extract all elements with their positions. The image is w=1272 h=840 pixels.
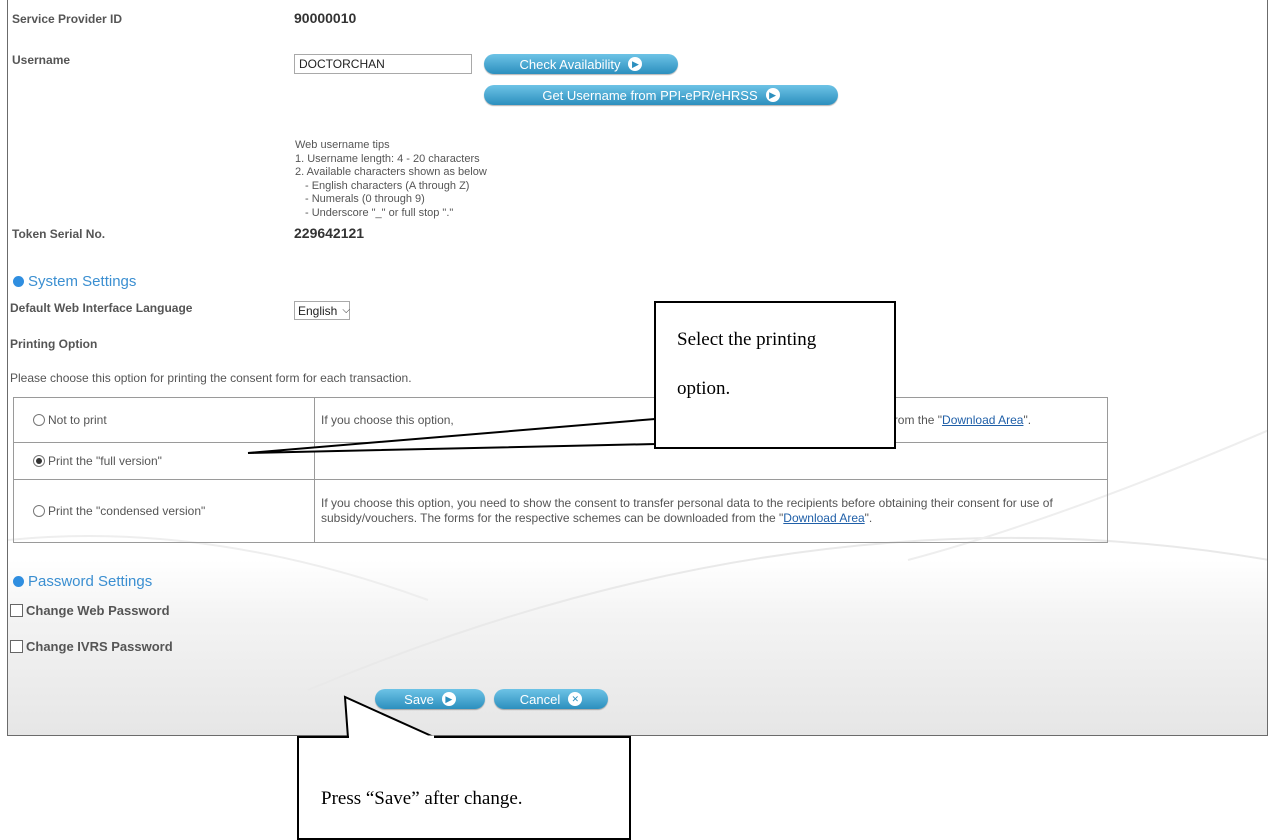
save-callout-gap: [349, 735, 434, 739]
